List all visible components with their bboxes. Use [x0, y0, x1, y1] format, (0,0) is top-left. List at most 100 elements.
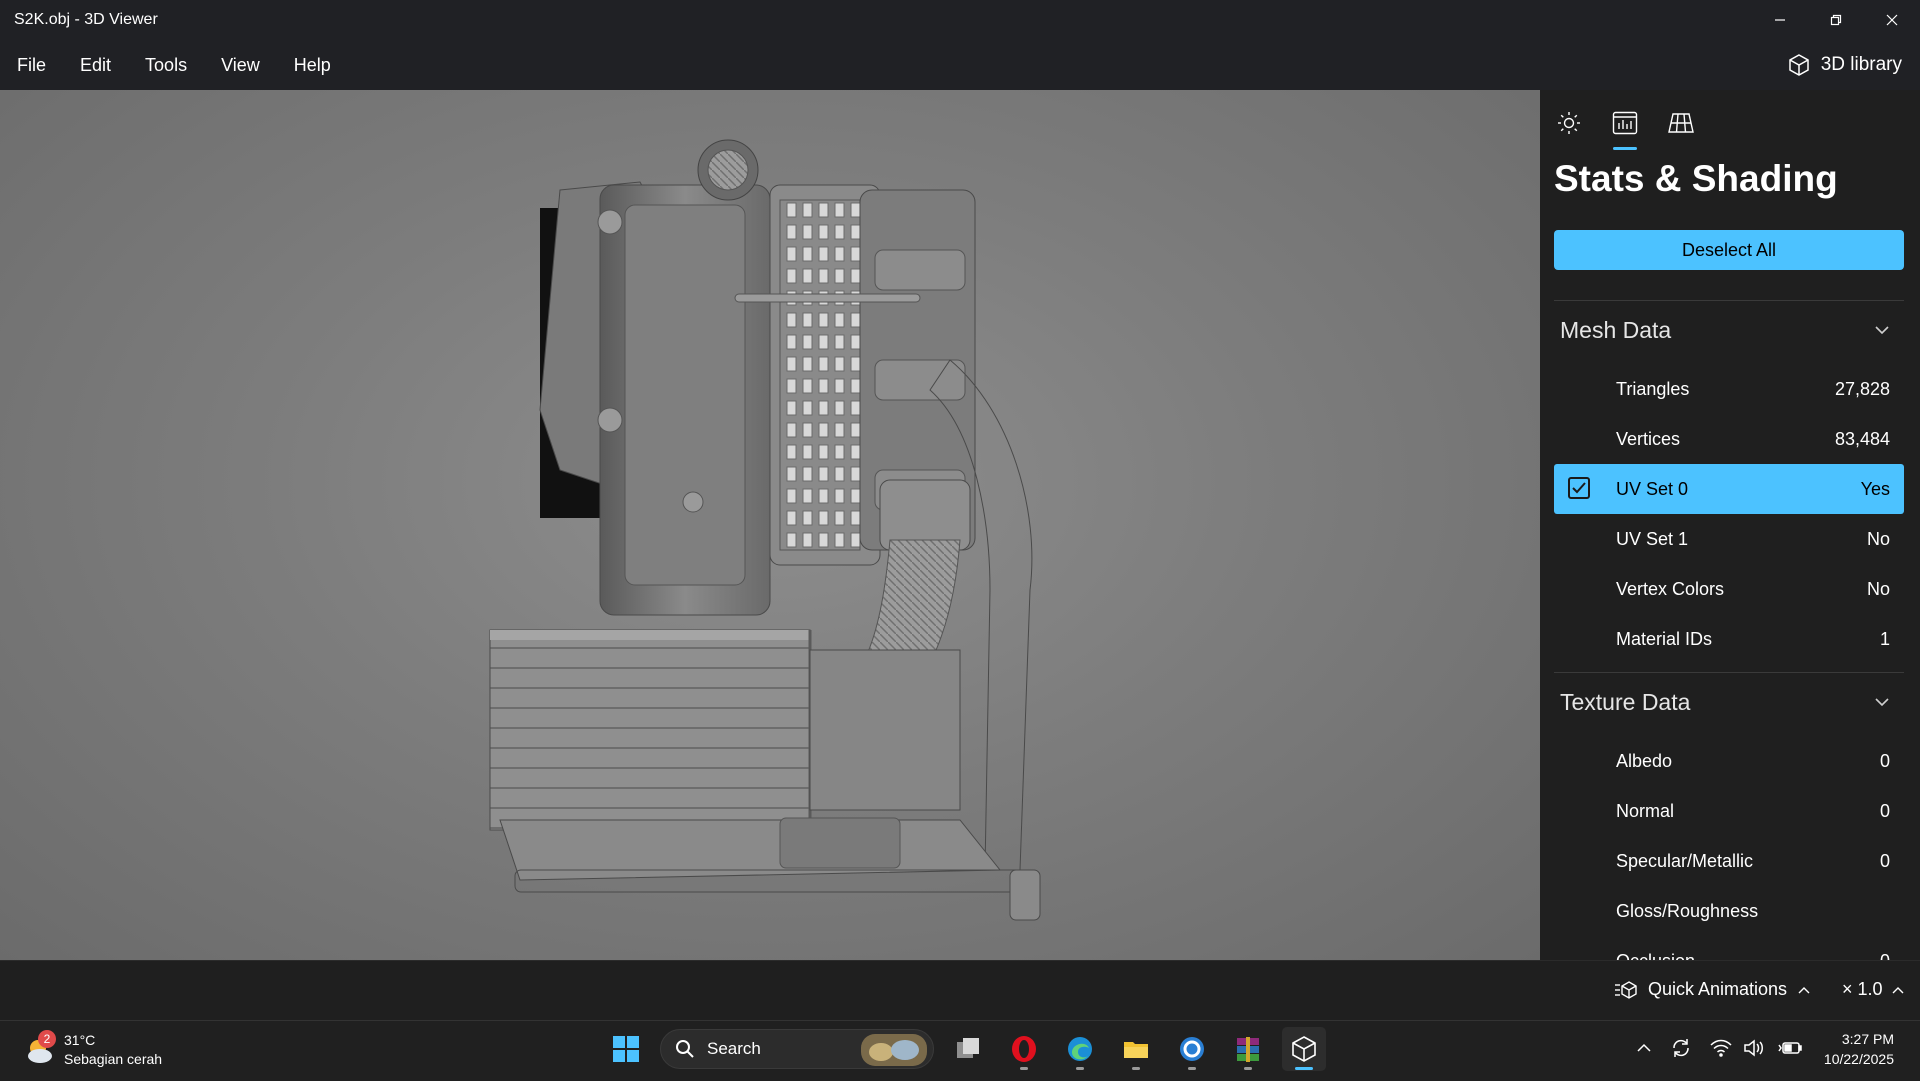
minimize-button[interactable] — [1752, 0, 1808, 40]
row-label: Gloss/Roughness — [1616, 900, 1759, 921]
row-label: UV Set 1 — [1616, 528, 1689, 549]
deselect-all-button[interactable]: Deselect All — [1554, 230, 1904, 270]
tab-stats[interactable] — [1610, 108, 1640, 150]
weather-condition: Sebagian cerah — [64, 1051, 163, 1067]
row-value: 0 — [1879, 800, 1890, 821]
title-bar: S2K.obj - 3D Viewer — [0, 0, 1920, 40]
network-sound-battery[interactable] — [1710, 1039, 1802, 1057]
texture-row-gloss-roughness[interactable]: Gloss/Roughness — [1554, 886, 1904, 936]
3d-viewport[interactable] — [0, 90, 1540, 960]
3d-library-label: 3D library — [1820, 54, 1902, 75]
partly-cloudy-icon: 2 — [24, 1030, 56, 1066]
sync-icon[interactable] — [1670, 1037, 1692, 1059]
circular-app-icon — [1180, 1037, 1204, 1061]
cube-icon — [1788, 54, 1809, 76]
divider — [1554, 300, 1904, 301]
status-bar: Quick Animations × 1.0 — [0, 960, 1920, 1021]
taskbar-clock[interactable]: 3:27 PM 10/22/2025 — [1824, 1029, 1894, 1069]
mesh-row-triangles[interactable]: Triangles 27,828 — [1554, 364, 1904, 414]
row-label: Occlusion — [1616, 951, 1695, 961]
mesh-row-uv-set-0[interactable]: UV Set 0 Yes — [1554, 464, 1904, 514]
taskbar-edge[interactable] — [1058, 1027, 1102, 1071]
row-label: Normal — [1616, 800, 1675, 821]
row-value: No — [1866, 578, 1890, 599]
speed-label: × 1.0 — [1842, 979, 1883, 999]
running-indicator — [1132, 1067, 1140, 1070]
close-button[interactable] — [1864, 0, 1920, 40]
search-icon — [676, 1040, 694, 1058]
menu-help[interactable]: Help — [278, 55, 349, 76]
menu-file[interactable]: File — [0, 55, 64, 76]
mesh-row-vertices[interactable]: Vertices 83,484 — [1554, 414, 1904, 464]
row-value: 27,828 — [1834, 378, 1890, 399]
system-tray — [1636, 1037, 1802, 1059]
taskbar-file-explorer[interactable] — [1114, 1027, 1158, 1071]
texture-row-specular-metallic[interactable]: Specular/Metallic 0 — [1554, 836, 1904, 886]
archive-books-icon — [1237, 1037, 1259, 1062]
running-indicator — [1076, 1067, 1084, 1070]
mesh-data-title: Mesh Data — [1560, 316, 1672, 343]
quick-animations-label: Quick Animations — [1648, 979, 1788, 999]
mesh-row-uv-set-1[interactable]: UV Set 1 No — [1554, 514, 1904, 564]
task-view-icon — [957, 1038, 979, 1058]
mesh-row-material-ids[interactable]: Material IDs 1 — [1554, 614, 1904, 664]
taskbar-winrar[interactable] — [1226, 1027, 1270, 1071]
tab-grid[interactable] — [1666, 108, 1696, 138]
edge-browser-icon — [1068, 1037, 1092, 1061]
menu-tools[interactable]: Tools — [129, 55, 205, 76]
row-value: 0 — [1880, 951, 1890, 961]
start-button[interactable] — [604, 1027, 648, 1071]
row-label: Vertices — [1616, 428, 1681, 449]
row-label: Albedo — [1616, 750, 1673, 771]
texture-row-occlusion[interactable]: Occlusion 0 — [1554, 936, 1904, 961]
clock-time: 3:27 PM — [1841, 1031, 1894, 1047]
row-label: Material IDs — [1616, 628, 1713, 649]
3d-viewer-cube-icon — [1292, 1036, 1316, 1062]
search-highlight-icon — [861, 1034, 927, 1066]
animation-cube-icon — [1615, 980, 1637, 999]
opera-browser-icon — [1012, 1036, 1036, 1062]
engine-model — [489, 139, 1041, 921]
speaker-icon — [1744, 1039, 1763, 1057]
row-value: 83,484 — [1834, 428, 1890, 449]
row-value: No — [1866, 528, 1890, 549]
running-indicator — [1295, 1067, 1313, 1070]
taskbar-app-blue[interactable] — [1170, 1027, 1214, 1071]
chevron-up-icon[interactable] — [1636, 1040, 1652, 1056]
running-indicator — [1020, 1067, 1028, 1070]
menu-edit[interactable]: Edit — [64, 55, 129, 76]
texture-data-header[interactable]: Texture Data — [1554, 674, 1904, 730]
texture-row-normal[interactable]: Normal 0 — [1554, 786, 1904, 836]
window-title: S2K.obj - 3D Viewer — [14, 11, 158, 28]
window-controls — [1752, 0, 1920, 40]
row-label: Vertex Colors — [1616, 578, 1725, 599]
sun-icon — [1558, 112, 1580, 134]
minimize-icon — [1775, 19, 1785, 21]
3d-library-button[interactable]: 3D library — [1787, 40, 1902, 90]
panel-tabs — [1554, 108, 1696, 150]
divider — [1554, 672, 1904, 673]
restore-button[interactable] — [1808, 0, 1864, 40]
taskbar-3d-viewer[interactable] — [1282, 1027, 1326, 1071]
mesh-data-header[interactable]: Mesh Data — [1554, 302, 1904, 358]
running-indicator — [1244, 1067, 1252, 1070]
notification-badge: 2 — [38, 1030, 56, 1048]
playback-speed-button[interactable]: × 1.0 — [1842, 979, 1905, 1000]
mesh-row-vertex-colors[interactable]: Vertex Colors No — [1554, 564, 1904, 614]
menu-view[interactable]: View — [205, 55, 278, 76]
quick-animations-button[interactable]: Quick Animations — [1614, 979, 1811, 1000]
row-value: 1 — [1879, 628, 1890, 649]
running-indicator — [1188, 1067, 1196, 1070]
weather-widget[interactable]: 2 31°C Sebagian cerah — [24, 1030, 163, 1069]
task-view-button[interactable] — [946, 1027, 990, 1071]
stats-chart-icon — [1612, 111, 1638, 135]
texture-row-albedo[interactable]: Albedo 0 — [1554, 736, 1904, 786]
taskbar-search[interactable]: Search — [660, 1029, 934, 1069]
checkbox-checked[interactable] — [1568, 477, 1590, 499]
taskbar-opera[interactable] — [1002, 1027, 1046, 1071]
grid-floor-icon — [1668, 113, 1694, 133]
row-label: Triangles — [1616, 378, 1690, 399]
chevron-down-icon — [1874, 322, 1890, 343]
battery-icon — [1778, 1042, 1802, 1054]
tab-lighting[interactable] — [1554, 108, 1584, 138]
